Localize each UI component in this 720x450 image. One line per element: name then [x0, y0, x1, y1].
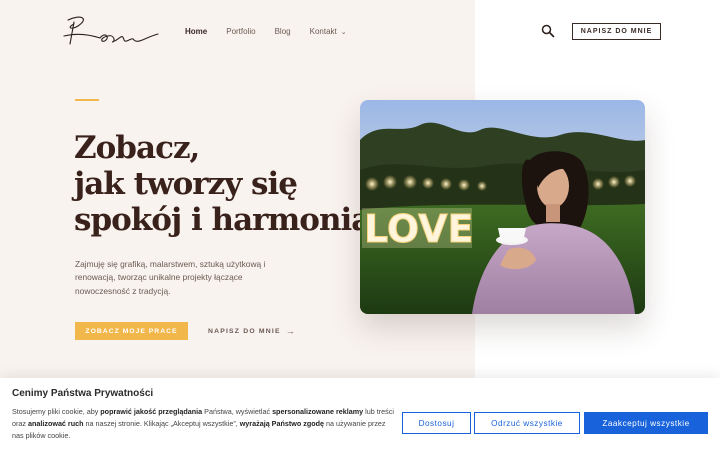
love-sign-text: LOVE [364, 207, 474, 251]
chevron-down-icon: ⌄ [340, 28, 347, 36]
headline-line-1: Zobacz, [74, 130, 200, 166]
nav-blog[interactable]: Blog [275, 27, 291, 36]
cookie-text-part: Stosujemy pliki cookie, aby [12, 407, 101, 416]
headline-line-2: jak tworzy się [74, 166, 298, 202]
arrow-right-icon: → [285, 326, 296, 336]
nav-portfolio[interactable]: Portfolio [226, 27, 255, 36]
header-contact-button[interactable]: NAPISZ DO MNIE [572, 23, 661, 40]
cookie-text-part: na naszej stronie. Klikając „Akceptuj ws… [83, 419, 240, 428]
hero-description: Zajmuję się grafiką, malarstwem, sztuką … [75, 259, 266, 296]
hero-photo: LOVE [360, 100, 645, 314]
write-to-me-link[interactable]: NAPISZ DO MNIE → [208, 326, 296, 336]
write-to-me-label: NAPISZ DO MNIE [208, 327, 281, 335]
cookie-customize-button[interactable]: Dostosuj [402, 412, 471, 434]
signature-logo-icon [63, 16, 159, 45]
cookie-text-part: Państwa, wyświetlać [202, 407, 273, 416]
cookie-accept-button[interactable]: Zaakceptuj wszystkie [584, 412, 708, 434]
main-nav: Home Portfolio Blog Kontakt ⌄ [185, 27, 366, 36]
hero-headline: Zobacz, jak tworzy się spokój i harmonia [74, 130, 371, 238]
love-sign: LOVE [362, 207, 474, 252]
nav-kontakt[interactable]: Kontakt ⌄ [310, 27, 347, 36]
see-works-button[interactable]: ZOBACZ MOJE PRACE [75, 322, 188, 340]
cookie-text: Stosujemy pliki cookie, aby poprawić jak… [12, 406, 397, 442]
cookie-text-bold: poprawić jakość przeglądania [100, 407, 203, 416]
cookie-reject-button[interactable]: Odrzuć wszystkie [474, 412, 580, 434]
accent-line [75, 99, 99, 101]
headline-line-3: spokój i harmonia [74, 202, 371, 238]
cookie-banner: Cenimy Państwa Prywatności Stosujemy pli… [0, 378, 720, 450]
search-icon[interactable] [541, 24, 555, 38]
cookie-text-bold: spersonalizowane reklamy [272, 407, 364, 416]
cookie-text-bold: wyrażają Państwo zgodę [239, 419, 324, 428]
nav-home[interactable]: Home [185, 27, 207, 36]
cookie-title: Cenimy Państwa Prywatności [12, 388, 154, 399]
cookie-text-bold: analizować ruch [27, 419, 84, 428]
nav-kontakt-label: Kontakt [309, 27, 337, 36]
site-logo[interactable] [60, 14, 160, 48]
